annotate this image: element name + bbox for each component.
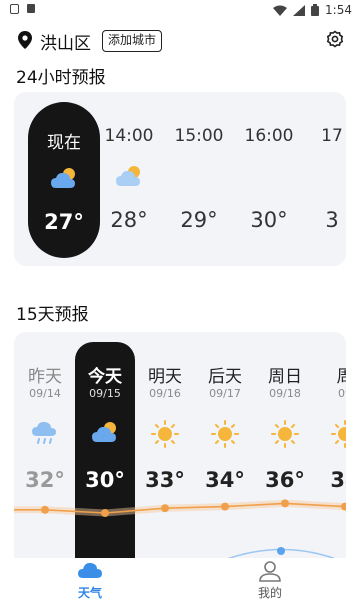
hour-item[interactable]: 16:00 30° [233,92,305,266]
high-temp-trend-line [14,499,346,562]
hour-temp: 29° [180,208,218,232]
hour-time: 17 [321,126,343,146]
gear-icon[interactable] [326,30,344,48]
location-pin-icon [18,31,32,49]
hour-temp: 27° [44,210,84,234]
daily-forecast-card[interactable]: 昨天 09/14 32° 今天 09/15 30° 明天 09/16 33° 后… [14,332,346,562]
hour-time: 14:00 [104,126,154,146]
daily-section-title: 15天预报 [16,305,89,325]
trend-point [101,509,109,517]
tab-label: 天气 [77,586,102,600]
hour-temp: 28° [110,208,148,232]
trend-point [161,504,169,513]
city-name[interactable]: 洪山区 [40,29,91,54]
signal-icon [293,4,306,16]
cloudy-sun-icon [51,168,75,188]
trend-point [41,505,49,514]
hour-temp: 3 [325,208,339,232]
hour-item[interactable]: 14:00 28° [93,92,165,266]
hour-time: 15:00 [174,126,224,146]
hour-item-now[interactable]: 现在 27° [28,102,100,258]
bottom-tab-bar: 天气 我的 [0,558,360,600]
status-bar: 1:54 [0,0,360,22]
trend-point [221,502,229,511]
cloud-icon [78,562,102,578]
notification-icon [10,4,19,14]
wifi-icon [273,5,288,16]
tab-mine[interactable]: 我的 [180,558,360,600]
tab-label: 我的 [257,586,282,600]
add-city-button[interactable]: 添加城市 [102,30,163,52]
tab-weather[interactable]: 天气 [0,558,180,600]
battery-icon [311,4,320,16]
cloudy-sun-icon [116,166,140,186]
status-time: 1:54 [325,3,352,17]
notification-icon [27,4,35,13]
hourly-forecast-card[interactable]: 现在 27° 14:00 28° 15:00 29° 16:00 30° 17 … [14,92,346,266]
user-icon [259,561,281,582]
hour-item[interactable]: 15:00 29° [163,92,235,266]
top-bar: 洪山区 添加城市 [0,26,360,56]
hour-temp: 30° [250,208,288,232]
hour-time: 16:00 [244,126,294,146]
hourly-section-title: 24小时预报 [16,68,106,88]
hour-time: 现在 [47,133,81,153]
low-temp-point [277,547,285,555]
hour-item[interactable]: 17 3 [296,92,346,266]
trend-point [281,499,289,508]
